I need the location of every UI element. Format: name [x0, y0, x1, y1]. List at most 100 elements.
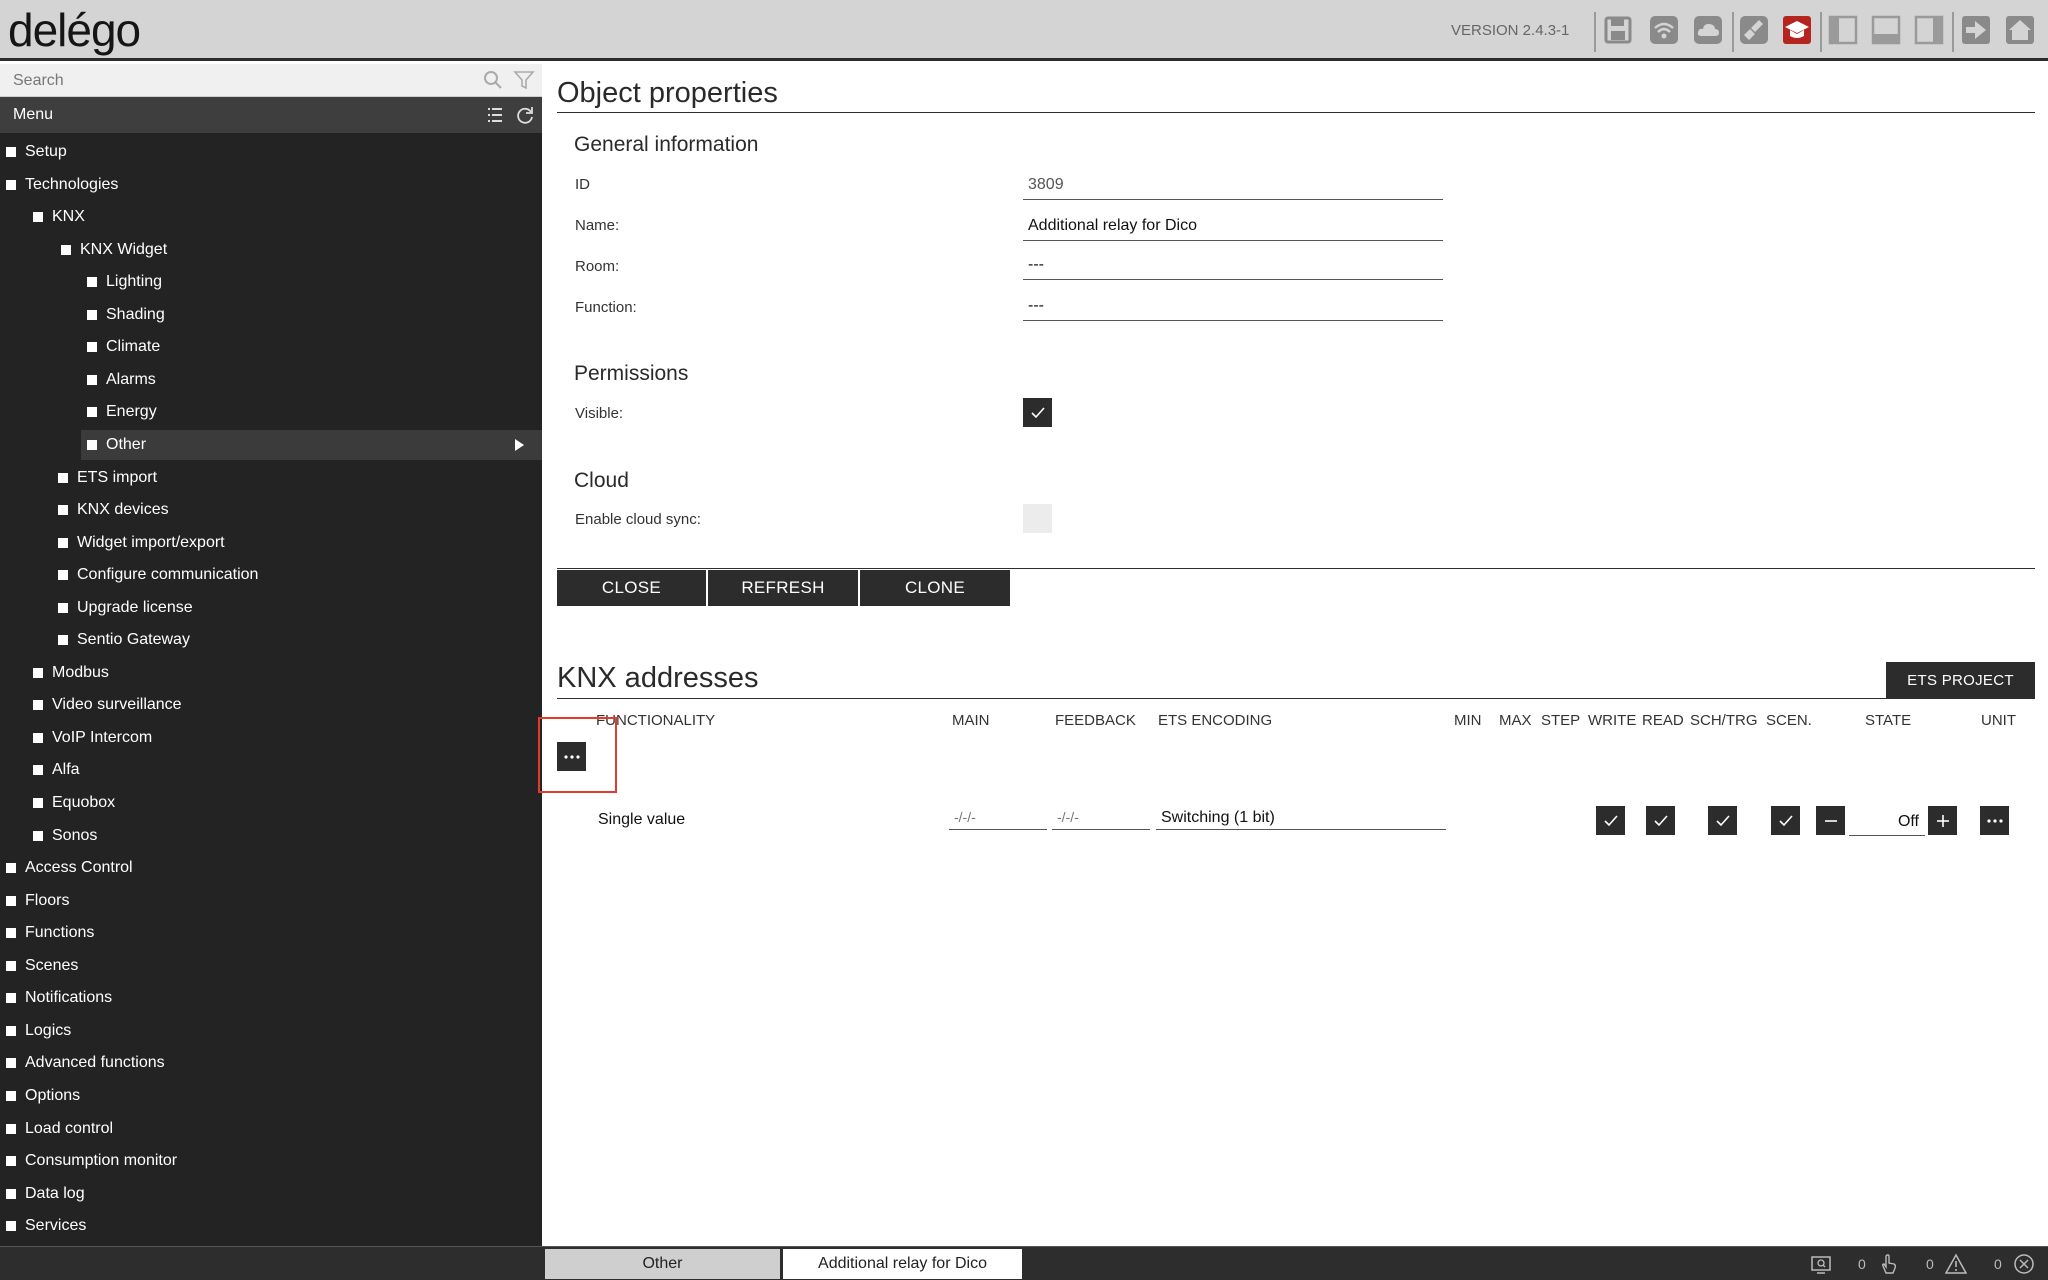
state-value[interactable]: Off: [1849, 808, 1925, 836]
id-field: [1023, 170, 1443, 200]
logout-icon[interactable]: [1960, 14, 1992, 46]
bullet-icon: [6, 928, 16, 939]
sidebar-item[interactable]: Shading: [87, 300, 165, 330]
error-count: 0: [1994, 1256, 2002, 1272]
refresh-button[interactable]: REFRESH: [708, 570, 858, 606]
sidebar-item[interactable]: Floors: [6, 886, 69, 916]
sidebar-item-label: Options: [25, 1086, 81, 1104]
top-bar: delégo VERSION 2.4.3-1: [0, 0, 2048, 61]
sidebar-item[interactable]: Configure communication: [58, 560, 258, 590]
check-icon: [1778, 814, 1793, 826]
sidebar-item[interactable]: Setup: [6, 137, 67, 167]
sidebar-item-label: Advanced functions: [25, 1054, 165, 1072]
enable-cloud-sync-label: Enable cloud sync:: [575, 511, 701, 528]
sch-trg-checkbox[interactable]: [1708, 806, 1737, 835]
sidebar-item-label: Logics: [25, 1021, 72, 1039]
buttons-divider: [557, 568, 2035, 569]
panel-right-icon[interactable]: [1913, 14, 1945, 46]
sidebar-item[interactable]: Options: [6, 1081, 80, 1111]
bullet-icon: [33, 700, 43, 711]
sidebar-item-label: VoIP Intercom: [52, 728, 153, 746]
sidebar-item[interactable]: Functions: [6, 918, 94, 948]
visible-label: Visible:: [575, 405, 624, 422]
name-field[interactable]: [1023, 211, 1443, 241]
sidebar-item[interactable]: Alarms: [87, 365, 156, 395]
list-icon[interactable]: [484, 104, 506, 126]
highlight-box: [538, 717, 617, 793]
feedback-address-input[interactable]: [1052, 804, 1150, 830]
bullet-icon: [87, 439, 97, 450]
sidebar-item[interactable]: Modbus: [33, 658, 109, 688]
scen-checkbox[interactable]: [1771, 806, 1800, 835]
state-decrement-button[interactable]: [1816, 806, 1845, 835]
bullet-icon: [61, 244, 71, 255]
sidebar-item[interactable]: Alfa: [33, 755, 80, 785]
unit-options-button[interactable]: [1980, 806, 2009, 835]
error-icon[interactable]: [2013, 1253, 2035, 1275]
visible-checkbox[interactable]: [1023, 398, 1052, 427]
sidebar-item[interactable]: Energy: [87, 397, 157, 427]
ets-encoding-select[interactable]: Switching (1 bit): [1156, 804, 1446, 830]
sidebar-item[interactable]: Advanced functions: [6, 1048, 165, 1078]
sidebar-item-label: Widget import/export: [77, 533, 225, 551]
tab-other[interactable]: Other: [545, 1249, 780, 1279]
clone-button[interactable]: CLONE: [860, 570, 1010, 606]
sidebar-item[interactable]: KNX Widget: [61, 235, 167, 265]
sidebar-item[interactable]: Sentio Gateway: [58, 625, 190, 655]
refresh-icon[interactable]: [514, 104, 536, 126]
main-address-input[interactable]: [949, 804, 1047, 830]
bullet-icon: [58, 635, 68, 646]
bullet-icon: [58, 537, 68, 548]
sidebar-item[interactable]: Scenes: [6, 951, 78, 981]
sidebar-item[interactable]: Notifications: [6, 983, 112, 1013]
panel-bottom-icon[interactable]: [1870, 14, 1902, 46]
sidebar-item[interactable]: Access Control: [6, 853, 133, 883]
sidebar-item[interactable]: KNX devices: [58, 495, 169, 525]
save-icon[interactable]: [1602, 14, 1634, 46]
read-checkbox[interactable]: [1646, 806, 1675, 835]
warning-icon[interactable]: [1945, 1253, 1967, 1275]
close-button[interactable]: CLOSE: [557, 570, 706, 606]
sidebar-item[interactable]: Consumption monitor: [6, 1146, 177, 1176]
sidebar-item[interactable]: Climate: [87, 332, 160, 362]
panel-left-icon[interactable]: [1827, 14, 1859, 46]
sidebar-item[interactable]: Equobox: [33, 788, 115, 818]
search-input[interactable]: [0, 64, 470, 97]
sidebar-item[interactable]: ETS import: [58, 463, 157, 493]
cloud-icon[interactable]: [1692, 14, 1724, 46]
bullet-icon: [6, 1090, 16, 1101]
sidebar-item[interactable]: Logics: [6, 1016, 71, 1046]
home-icon[interactable]: [2004, 14, 2036, 46]
sidebar-item[interactable]: Lighting: [87, 267, 162, 297]
function-field[interactable]: [1023, 291, 1443, 321]
sidebar-item[interactable]: Video surveillance: [33, 690, 182, 720]
sidebar-item[interactable]: Other: [81, 429, 542, 460]
sidebar-item[interactable]: Widget import/export: [58, 528, 225, 558]
filter-icon[interactable]: [513, 69, 535, 91]
room-field[interactable]: [1023, 250, 1443, 280]
sidebar-item[interactable]: Sonos: [33, 821, 97, 851]
col-step: STEP: [1541, 712, 1581, 729]
sidebar-item[interactable]: Load control: [6, 1114, 113, 1144]
wifi-icon[interactable]: [1648, 14, 1680, 46]
bullet-icon: [87, 277, 97, 288]
sidebar-item[interactable]: Upgrade license: [58, 593, 193, 623]
ets-project-button[interactable]: ETS PROJECT: [1886, 662, 2035, 698]
search-icon[interactable]: [482, 69, 504, 91]
graduation-cap-icon[interactable]: [1781, 14, 1813, 46]
sidebar-item[interactable]: VoIP Intercom: [33, 723, 152, 753]
touch-count: 0: [1858, 1256, 1866, 1272]
sidebar-item[interactable]: Technologies: [6, 170, 118, 200]
sidebar-item[interactable]: KNX: [33, 202, 85, 232]
monitor-search-icon[interactable]: [1810, 1253, 1832, 1275]
broom-icon[interactable]: [1738, 14, 1770, 46]
sidebar-item[interactable]: Services: [6, 1211, 86, 1241]
write-checkbox[interactable]: [1596, 806, 1625, 835]
tab-additional-relay[interactable]: Additional relay for Dico: [783, 1249, 1022, 1279]
sidebar-item[interactable]: Data log: [6, 1179, 85, 1209]
col-scen: SCEN.: [1766, 712, 1812, 729]
enable-cloud-sync-checkbox[interactable]: [1023, 504, 1052, 533]
touch-icon[interactable]: [1877, 1253, 1899, 1275]
state-increment-button[interactable]: [1928, 806, 1957, 835]
minus-icon: [1824, 819, 1837, 822]
